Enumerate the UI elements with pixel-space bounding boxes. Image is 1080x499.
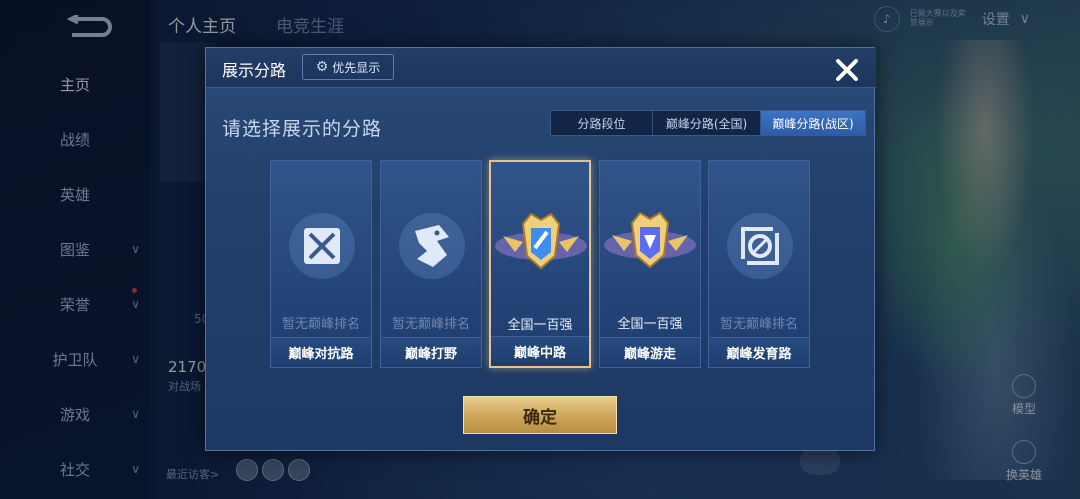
lane-card-jungle[interactable]: 暂无巅峰排名 巅峰打野 — [380, 160, 482, 368]
lane-rank-text: 全国一百强 — [507, 318, 573, 333]
close-icon — [836, 59, 858, 81]
priority-display-button[interactable]: ⚙ 优先显示 — [302, 54, 394, 80]
lane-card-mid[interactable]: 全国一百强 巅峰中路 — [489, 160, 591, 368]
tab-peak-lane-national[interactable]: 巅峰分路(全国) — [653, 111, 761, 135]
lane-display-dialog: 展示分路 ⚙ 优先显示 请选择展示的分路 分路段位 巅峰分路(全国) 巅峰分路(… — [205, 47, 876, 451]
confirm-button[interactable]: 确定 — [463, 396, 617, 434]
dragon-jungle-icon — [399, 213, 465, 279]
tab-lane-rank[interactable]: 分路段位 — [551, 111, 653, 135]
lane-name: 巅峰打野 — [381, 337, 481, 367]
lane-rank-text: 全国一百强 — [617, 317, 683, 332]
lane-name: 巅峰中路 — [491, 336, 589, 366]
lane-name: 巅峰游走 — [600, 337, 700, 367]
lane-name: 巅峰发育路 — [709, 337, 809, 367]
lane-rank-text: 暂无巅峰排名 — [391, 317, 470, 332]
close-button[interactable] — [830, 53, 864, 87]
dialog-title: 展示分路 — [222, 61, 287, 80]
lane-rank-text: 暂无巅峰排名 — [281, 317, 360, 332]
lane-name: 巅峰对抗路 — [271, 337, 371, 367]
gold-mid-badge-icon — [495, 212, 587, 270]
sword-lane-icon — [289, 213, 355, 279]
lane-card-adc[interactable]: 暂无巅峰排名 巅峰发育路 — [708, 160, 810, 368]
dialog-subtitle: 请选择展示的分路 — [222, 118, 383, 140]
gear-icon: ⚙ — [315, 59, 329, 75]
priority-display-label: 优先显示 — [332, 60, 381, 75]
adc-lane-icon — [727, 213, 793, 279]
lane-card-top[interactable]: 暂无巅峰排名 巅峰对抗路 — [270, 160, 372, 368]
lane-card-support[interactable]: 全国一百强 巅峰游走 — [599, 160, 701, 368]
gold-support-badge-icon — [604, 211, 696, 269]
tab-peak-lane-region[interactable]: 巅峰分路(战区) — [761, 111, 865, 135]
lane-rank-text: 暂无巅峰排名 — [719, 317, 798, 332]
dialog-header: 展示分路 ⚙ 优先显示 — [206, 48, 876, 88]
filter-tabs: 分路段位 巅峰分路(全国) 巅峰分路(战区) — [550, 110, 866, 136]
